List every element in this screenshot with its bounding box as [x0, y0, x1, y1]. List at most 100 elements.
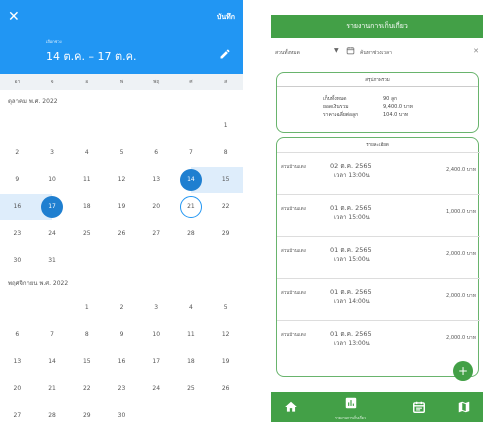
calendar-day[interactable]: 29: [215, 223, 237, 245]
calendar-day[interactable]: 9: [111, 324, 133, 346]
summary-title: สรุปภาพรวม: [365, 78, 390, 83]
calendar-day[interactable]: 28: [180, 223, 202, 245]
harvest-amount: 1,000.0 บาท: [446, 209, 476, 215]
clear-filter-icon[interactable]: ✕: [473, 47, 479, 55]
calendar-day[interactable]: 25: [76, 223, 98, 245]
home-icon[interactable]: [284, 400, 298, 414]
calendar-day[interactable]: 7: [180, 142, 202, 164]
calendar-day[interactable]: 19: [215, 351, 237, 373]
weekday-label: ศ: [189, 79, 193, 85]
calendar-day[interactable]: 4: [76, 142, 98, 164]
calendar-day[interactable]: 9: [6, 169, 28, 191]
calendar-day[interactable]: 12: [215, 324, 237, 346]
location-label: สวนบ้านแดง: [281, 249, 306, 254]
pencil-icon[interactable]: [219, 48, 231, 60]
calendar-day[interactable]: 22: [76, 378, 98, 400]
calendar-day[interactable]: 13: [145, 169, 167, 191]
calendar-day[interactable]: 6: [145, 142, 167, 164]
calendar-day[interactable]: 30: [111, 405, 133, 422]
summary-value: 104.0 บาท: [383, 112, 409, 118]
calendar-day[interactable]: 18: [76, 196, 98, 218]
calendar-day[interactable]: 1: [76, 297, 98, 319]
picker-header: ✕ บันทึก เลือกช่วง 14 ต.ค. – 17 ต.ค.: [0, 0, 243, 74]
details-title: รายละเอียด: [366, 143, 389, 148]
calendar-day[interactable]: 3: [145, 297, 167, 319]
location-label: สวนบ้านแดง: [281, 165, 306, 170]
calendar-day[interactable]: 3: [41, 142, 63, 164]
calendar-day[interactable]: 21: [41, 378, 63, 400]
calendar-day-selected[interactable]: 14: [179, 168, 202, 191]
calendar-day[interactable]: 25: [180, 378, 202, 400]
calendar-day[interactable]: 23: [111, 378, 133, 400]
calendar-day[interactable]: 28: [41, 405, 63, 422]
bar-chart-icon[interactable]: [344, 396, 358, 410]
weekday-label: พฤ: [153, 79, 160, 85]
harvest-time: เวลา 14:00น: [334, 298, 370, 305]
calendar-day[interactable]: 5: [215, 297, 237, 319]
harvest-time: เวลา 15:00น: [334, 256, 370, 263]
calendar-day-selected[interactable]: 17: [41, 195, 64, 218]
calendar-day[interactable]: 1: [215, 115, 237, 137]
bottom-navigation: รายงานการเก็บเกี่ยว: [271, 392, 483, 422]
weekday-label: จ: [50, 79, 54, 85]
calendar-day[interactable]: 17: [145, 351, 167, 373]
location-filter[interactable]: สวนทั้งหมด: [275, 49, 300, 57]
calendar-day[interactable]: 10: [145, 324, 167, 346]
summary-label: ราคาเฉลี่ยต่อลูก: [323, 112, 359, 118]
calendar-day-today[interactable]: 21: [179, 195, 202, 218]
list-item[interactable]: สวนบ้านแดง 01 ต.ค. 2565 เวลา 15:00น 1,000.0…: [277, 194, 480, 230]
calendar-day[interactable]: 26: [215, 378, 237, 400]
calendar-day[interactable]: 5: [111, 142, 133, 164]
summary-value: 9,400.0 บาท: [383, 104, 413, 110]
calendar-day[interactable]: 4: [180, 297, 202, 319]
list-item[interactable]: สวนบ้านแดง 01 ต.ค. 2565 เวลา 15:00น 2,000.0…: [277, 236, 480, 272]
calendar-day[interactable]: 24: [145, 378, 167, 400]
calendar-icon[interactable]: [346, 46, 355, 55]
calendar-day[interactable]: 20: [6, 378, 28, 400]
calendar-day[interactable]: 2: [111, 297, 133, 319]
calendar-day[interactable]: 19: [111, 196, 133, 218]
calendar-day[interactable]: 6: [6, 324, 28, 346]
calendar-day[interactable]: 13: [6, 351, 28, 373]
calendar-icon[interactable]: [412, 400, 426, 414]
list-item[interactable]: สวนบ้านแดง 01 ต.ค. 2565 เวลา 13:00น 2,000.0…: [277, 320, 480, 356]
calendar-day[interactable]: 7: [41, 324, 63, 346]
location-label: สวนบ้านแดง: [281, 207, 306, 212]
calendar-day[interactable]: 11: [76, 169, 98, 191]
calendar-day[interactable]: 20: [145, 196, 167, 218]
calendar-day[interactable]: 29: [76, 405, 98, 422]
calendar-day[interactable]: 8: [76, 324, 98, 346]
harvest-amount: 2,400.0 บาท: [446, 167, 476, 173]
close-icon[interactable]: ✕: [8, 10, 20, 24]
calendar-day[interactable]: 15: [215, 169, 237, 191]
dropdown-arrow-icon[interactable]: ▼: [334, 47, 339, 54]
calendar-day[interactable]: 8: [215, 142, 237, 164]
calendar-day[interactable]: 24: [41, 223, 63, 245]
weekday-label: อ: [85, 79, 89, 85]
calendar-day[interactable]: 27: [6, 405, 28, 422]
date-range-filter[interactable]: ค้นหาช่วงเวลา: [360, 49, 392, 57]
calendar-day[interactable]: 26: [111, 223, 133, 245]
calendar-day[interactable]: 10: [41, 169, 63, 191]
calendar-day[interactable]: 15: [76, 351, 98, 373]
calendar-day[interactable]: 14: [41, 351, 63, 373]
calendar-day[interactable]: 16: [6, 196, 28, 218]
list-item[interactable]: สวนบ้านแดง 02 ต.ค. 2565 เวลา 13:00น 2,400.0…: [277, 152, 480, 188]
calendar-day[interactable]: 16: [111, 351, 133, 373]
calendar-day[interactable]: 22: [215, 196, 237, 218]
calendar-day[interactable]: 18: [180, 351, 202, 373]
calendar-day[interactable]: 23: [6, 223, 28, 245]
calendar-day[interactable]: 12: [111, 169, 133, 191]
summary-card: สรุปภาพรวม เก็บทั้งหมด 90 ลูก ยอดเงินรวม 9,…: [276, 72, 479, 133]
add-record-button[interactable]: +: [453, 361, 473, 381]
harvest-time: เวลา 13:00น: [334, 340, 370, 347]
save-button[interactable]: บันทึก: [217, 12, 235, 23]
map-icon[interactable]: [457, 400, 471, 414]
calendar-day[interactable]: 31: [41, 250, 63, 272]
calendar-day[interactable]: 11: [180, 324, 202, 346]
calendar-day[interactable]: 2: [6, 142, 28, 164]
calendar-day[interactable]: 30: [6, 250, 28, 272]
report-title: รายงานการเก็บเกี่ยว: [271, 15, 483, 38]
calendar-day[interactable]: 27: [145, 223, 167, 245]
list-item[interactable]: สวนบ้านแดง 01 ต.ค. 2565 เวลา 14:00น 2,000.0…: [277, 278, 480, 314]
